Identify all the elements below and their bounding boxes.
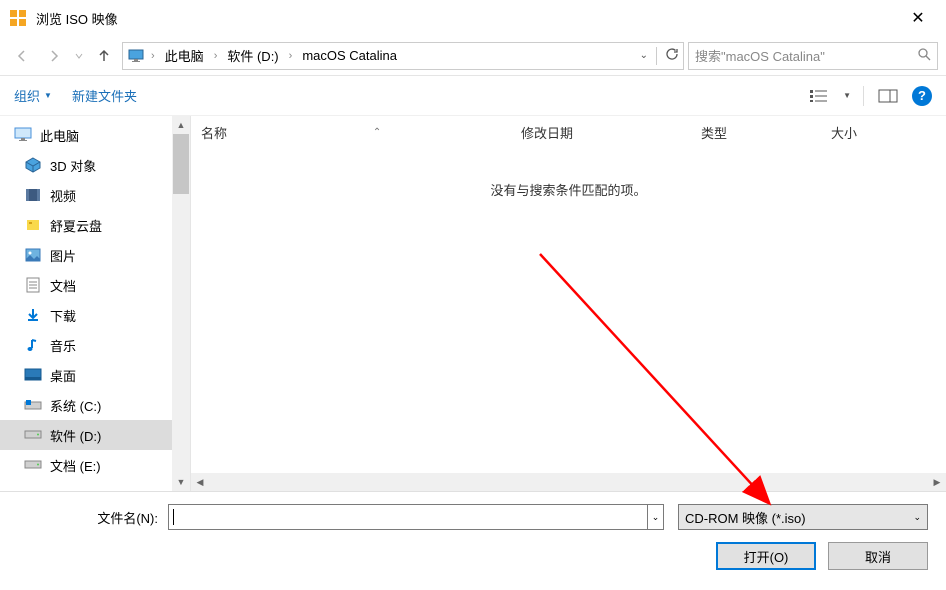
sidebar-item[interactable]: 3D 对象 [0,150,190,180]
search-placeholder: 搜索"macOS Catalina" [695,46,825,65]
sidebar-item-label: 音乐 [50,336,76,355]
drive-win-icon [24,396,42,414]
sidebar: 此电脑 3D 对象视频舒夏云盘图片文档下载音乐桌面系统 (C:) 软件 (D:) 文档… [0,116,190,491]
help-icon[interactable]: ? [912,86,932,106]
chevron-down-icon[interactable]: ⌄ [640,50,648,61]
app-icon [8,8,28,28]
music-icon [24,336,42,354]
sidebar-item[interactable]: 音乐 [0,330,190,360]
sidebar-item[interactable]: 此电脑 [0,120,190,150]
sidebar-item[interactable]: 文档 [0,270,190,300]
nav-history-dropdown[interactable] [72,42,86,70]
sidebar-item[interactable]: 桌面 [0,360,190,390]
preview-pane-icon[interactable] [876,87,900,105]
doc-icon [24,276,42,294]
sidebar-item-label: 软件 (D:) [50,426,101,445]
column-size: 大小 [831,123,891,142]
horizontal-scrollbar[interactable]: ◀ ▶ [191,473,946,491]
chevron-down-icon[interactable]: ▼ [843,91,851,100]
cancel-button[interactable]: 取消 [828,542,928,570]
chevron-right-icon: › [147,50,159,62]
column-headers[interactable]: 名称⌃ 修改日期 类型 大小 [191,116,946,148]
column-date: 修改日期 [521,123,701,142]
column-type: 类型 [701,123,831,142]
sidebar-item-label: 文档 (E:) [50,456,101,475]
cloud-icon [24,216,42,234]
download-icon [24,306,42,324]
refresh-icon[interactable] [665,47,679,64]
sidebar-item[interactable]: 下载 [0,300,190,330]
organize-button[interactable]: 组织▼ [14,86,52,105]
chevron-right-icon: › [285,50,297,62]
sidebar-scrollbar[interactable]: ▲ ▼ [172,116,190,491]
sidebar-item[interactable]: 图片 [0,240,190,270]
sidebar-item[interactable]: 舒夏云盘 [0,210,190,240]
sidebar-item-label: 3D 对象 [50,156,96,175]
close-button[interactable]: ✕ [898,8,938,28]
sidebar-item[interactable]: 视频 [0,180,190,210]
nav-forward-button[interactable] [40,42,68,70]
sidebar-item-label: 视频 [50,186,76,205]
drive-icon [24,456,42,474]
filename-input[interactable] [168,504,648,530]
window-title: 浏览 ISO 映像 [36,9,898,28]
desktop-icon [24,366,42,384]
sidebar-item-label: 文档 [50,276,76,295]
monitor-icon [127,47,145,65]
sidebar-item-label: 图片 [50,246,76,265]
breadcrumb-item[interactable]: 软件 (D:) [223,44,282,67]
picture-icon [24,246,42,264]
open-button[interactable]: 打开(O) [716,542,816,570]
film-icon [24,186,42,204]
sidebar-item-label: 此电脑 [40,126,79,145]
nav-up-button[interactable] [90,42,118,70]
filetype-select[interactable]: CD-ROM 映像 (*.iso) ⌄ [678,504,928,530]
sidebar-item[interactable]: 软件 (D:) [0,420,190,450]
sidebar-item[interactable]: 文档 (E:) [0,450,190,480]
filename-dropdown[interactable]: ⌄ [648,504,664,530]
column-name: 名称⌃ [201,123,521,142]
breadcrumb-item[interactable]: 此电脑 [161,44,208,67]
address-bar[interactable]: › 此电脑 › 软件 (D:) › macOS Catalina ⌄ [122,42,684,70]
search-input[interactable]: 搜索"macOS Catalina" [688,42,938,70]
chevron-right-icon: › [210,50,222,62]
empty-message: 没有与搜索条件匹配的项。 [191,180,946,199]
sidebar-item-label: 舒夏云盘 [50,216,102,235]
sidebar-item-label: 下载 [50,306,76,325]
chevron-down-icon: ⌄ [913,512,921,523]
new-folder-button[interactable]: 新建文件夹 [72,86,137,105]
sort-asc-icon: ⌃ [373,127,381,138]
sidebar-item-label: 桌面 [50,366,76,385]
view-list-icon[interactable] [807,87,831,105]
monitor-icon [14,126,32,144]
drive-icon [24,426,42,444]
nav-back-button[interactable] [8,42,36,70]
sidebar-item-label: 系统 (C:) [50,396,101,415]
filename-label: 文件名(N): [18,508,158,527]
cube-icon [24,156,42,174]
sidebar-item[interactable]: 系统 (C:) [0,390,190,420]
breadcrumb-item[interactable]: macOS Catalina [298,46,401,65]
search-icon [917,47,931,64]
